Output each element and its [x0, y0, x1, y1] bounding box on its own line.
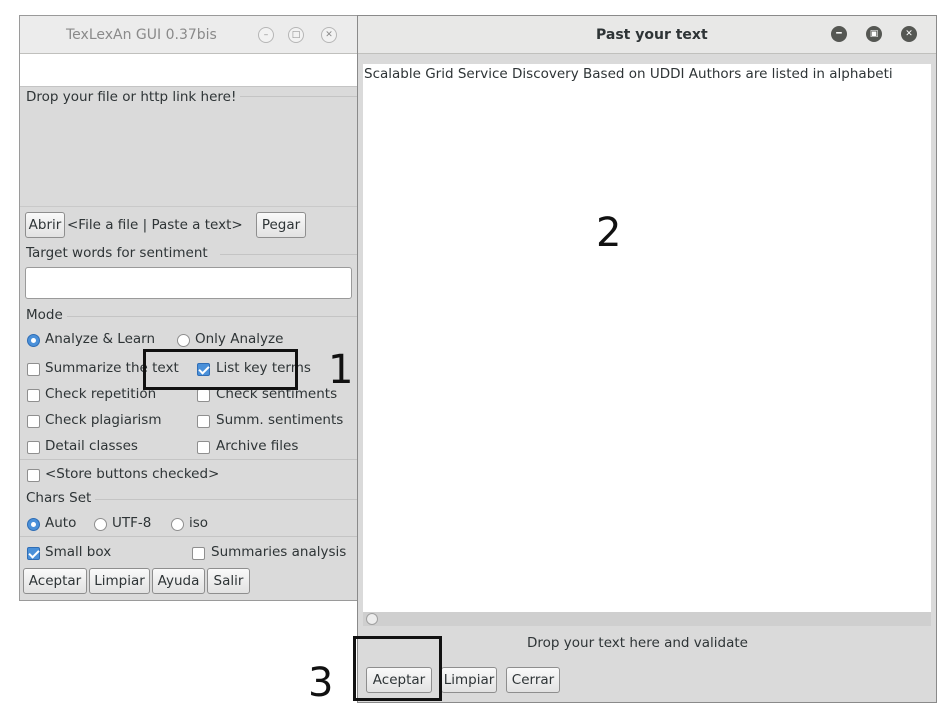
- accept-button[interactable]: Aceptar: [23, 568, 87, 594]
- paste-clear-button[interactable]: Limpiar: [441, 667, 497, 693]
- only-analyze-radio[interactable]: [177, 334, 190, 347]
- small-box-label: Small box: [45, 544, 112, 560]
- summarize-checkbox[interactable]: [27, 363, 40, 376]
- charset-auto-label: Auto: [45, 515, 77, 531]
- callout-box-3: [353, 636, 442, 701]
- charset-utf8-radio[interactable]: [94, 518, 107, 531]
- texlexan-main-window: TexLexAn GUI 0.37bis – □ ✕ Drop your fil…: [19, 15, 358, 601]
- horizontal-scrollbar[interactable]: [363, 612, 931, 626]
- chars-set-label: Chars Set: [26, 490, 96, 506]
- only-analyze-label: Only Analyze: [195, 331, 284, 347]
- drop-zone-label: Drop your file or http link here!: [26, 89, 241, 105]
- close-icon[interactable]: ✕: [901, 26, 917, 42]
- maximize-icon[interactable]: □: [288, 27, 304, 43]
- check-plagiarism-checkbox[interactable]: [27, 415, 40, 428]
- archive-files-label: Archive files: [216, 438, 299, 454]
- file-path-input[interactable]: [20, 54, 357, 87]
- callout-box-1: [143, 349, 298, 390]
- analyze-learn-radio[interactable]: [27, 334, 40, 347]
- archive-files-checkbox[interactable]: [197, 441, 210, 454]
- exit-button[interactable]: Salir: [207, 568, 250, 594]
- drop-zone[interactable]: [20, 110, 357, 205]
- summaries-analysis-label: Summaries analysis: [211, 544, 347, 560]
- paste-window-title: Past your text: [596, 27, 708, 43]
- scrollbar-thumb[interactable]: [366, 613, 378, 625]
- charset-auto-radio[interactable]: [27, 518, 40, 531]
- check-repetition-checkbox[interactable]: [27, 389, 40, 402]
- paste-window-titlebar[interactable]: Past your text ━ ▣ ✕: [358, 16, 936, 54]
- check-sentiments-checkbox[interactable]: [197, 389, 210, 402]
- callout-number-2: 2: [596, 210, 622, 256]
- charset-iso-radio[interactable]: [171, 518, 184, 531]
- detail-classes-checkbox[interactable]: [27, 441, 40, 454]
- summ-sentiments-label: Summ. sentiments: [216, 412, 344, 428]
- analyze-learn-label: Analyze & Learn: [45, 331, 156, 347]
- file-hint-text: <File a file | Paste a text>: [67, 217, 243, 233]
- help-button[interactable]: Ayuda: [152, 568, 205, 594]
- target-words-input[interactable]: [25, 267, 352, 299]
- paste-close-button[interactable]: Cerrar: [506, 667, 560, 693]
- store-buttons-checkbox[interactable]: [27, 469, 40, 482]
- charset-utf8-label: UTF-8: [112, 515, 152, 531]
- paste-text-window: Past your text ━ ▣ ✕ Scalable Grid Servi…: [357, 15, 937, 703]
- charset-iso-label: iso: [189, 515, 209, 531]
- main-window-titlebar[interactable]: TexLexAn GUI 0.37bis – □ ✕: [20, 16, 357, 54]
- target-words-label: Target words for sentiment: [26, 245, 212, 261]
- pasted-text: Scalable Grid Service Discovery Based on…: [364, 66, 893, 82]
- open-button[interactable]: Abrir: [25, 212, 65, 238]
- check-plagiarism-label: Check plagiarism: [45, 412, 162, 428]
- store-buttons-label: <Store buttons checked>: [45, 466, 220, 482]
- minimize-icon[interactable]: ━: [831, 26, 847, 42]
- small-box-checkbox[interactable]: [27, 547, 40, 560]
- close-icon[interactable]: ✕: [321, 27, 337, 43]
- paste-text-area[interactable]: Scalable Grid Service Discovery Based on…: [363, 64, 931, 612]
- minimize-icon[interactable]: –: [258, 27, 274, 43]
- mode-label: Mode: [26, 307, 67, 323]
- drop-text-status: Drop your text here and validate: [527, 635, 748, 651]
- maximize-icon[interactable]: ▣: [866, 26, 882, 42]
- paste-button[interactable]: Pegar: [256, 212, 306, 238]
- clear-button[interactable]: Limpiar: [89, 568, 150, 594]
- detail-classes-label: Detail classes: [45, 438, 138, 454]
- check-repetition-label: Check repetition: [45, 386, 157, 402]
- callout-number-3: 3: [308, 660, 334, 706]
- summaries-analysis-checkbox[interactable]: [192, 547, 205, 560]
- main-window-title: TexLexAn GUI 0.37bis: [66, 27, 217, 43]
- callout-number-1: 1: [328, 347, 354, 393]
- summ-sentiments-checkbox[interactable]: [197, 415, 210, 428]
